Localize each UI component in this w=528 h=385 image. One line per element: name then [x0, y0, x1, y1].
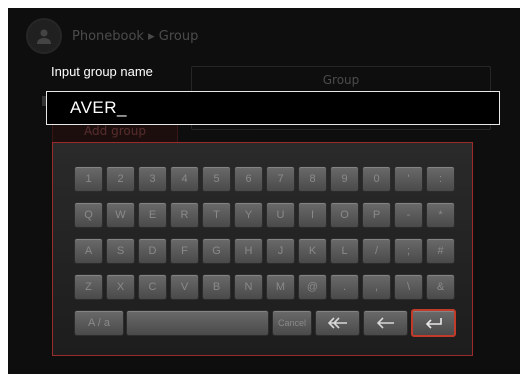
key-1-10[interactable]: 0	[362, 166, 391, 192]
key-3-9[interactable]: L	[330, 238, 359, 264]
key-1-8[interactable]: 8	[298, 166, 327, 192]
group-panel-title: Group	[322, 73, 360, 87]
phonebook-icon	[26, 18, 62, 54]
key-1-1[interactable]: 1	[74, 166, 103, 192]
key-4-10[interactable]: ,	[362, 274, 391, 300]
key-1-7[interactable]: 7	[266, 166, 295, 192]
key-4-11[interactable]: \	[394, 274, 423, 300]
shift-key[interactable]: A / a	[74, 310, 124, 336]
enter-return-icon	[425, 317, 443, 329]
left-arrow-icon	[376, 317, 395, 329]
input-value: AVER_	[70, 98, 127, 117]
space-key[interactable]	[126, 310, 269, 336]
key-2-7[interactable]: U	[266, 202, 295, 228]
key-3-7[interactable]: J	[266, 238, 295, 264]
cancel-key[interactable]: Cancel	[272, 310, 312, 336]
key-3-11[interactable]: ;	[394, 238, 423, 264]
key-3-6[interactable]: H	[234, 238, 263, 264]
key-4-5[interactable]: B	[202, 274, 231, 300]
key-2-10[interactable]: P	[362, 202, 391, 228]
key-3-5[interactable]: G	[202, 238, 231, 264]
input-label: Input group name	[51, 64, 153, 79]
key-1-5[interactable]: 5	[202, 166, 231, 192]
key-1-11[interactable]: '	[394, 166, 423, 192]
key-1-12[interactable]: :	[426, 166, 455, 192]
key-1-2[interactable]: 2	[106, 166, 135, 192]
key-4-3[interactable]: C	[138, 274, 167, 300]
double-left-arrow-icon	[327, 317, 348, 329]
key-2-12[interactable]: *	[426, 202, 455, 228]
key-1-6[interactable]: 6	[234, 166, 263, 192]
key-2-9[interactable]: O	[330, 202, 359, 228]
key-2-8[interactable]: I	[298, 202, 327, 228]
key-1-3[interactable]: 3	[138, 166, 167, 192]
key-1-9[interactable]: 9	[330, 166, 359, 192]
key-4-2[interactable]: X	[106, 274, 135, 300]
key-3-4[interactable]: F	[170, 238, 199, 264]
key-3-12[interactable]: #	[426, 238, 455, 264]
key-3-10[interactable]: /	[362, 238, 391, 264]
key-4-6[interactable]: N	[234, 274, 263, 300]
backspace-key[interactable]	[363, 310, 408, 336]
on-screen-keyboard: A / a Cancel 1 2 3 4 5 6 7 8 9 0 ': Q W E R T Y U I O P - * A S D…	[52, 142, 473, 356]
clear-key[interactable]	[315, 310, 360, 336]
device-screen: Phonebook ▸ Group Group Add group Input …	[8, 8, 520, 374]
key-2-1[interactable]: Q	[74, 202, 103, 228]
key-2-4[interactable]: R	[170, 202, 199, 228]
header: Phonebook ▸ Group	[26, 16, 198, 56]
key-4-7[interactable]: M	[266, 274, 295, 300]
enter-key[interactable]	[411, 309, 456, 337]
key-4-8[interactable]: @	[298, 274, 327, 300]
key-3-2[interactable]: S	[106, 238, 135, 264]
group-name-input[interactable]: AVER_	[46, 91, 500, 125]
key-3-3[interactable]: D	[138, 238, 167, 264]
key-4-9[interactable]: .	[330, 274, 359, 300]
key-2-6[interactable]: Y	[234, 202, 263, 228]
key-1-4[interactable]: 4	[170, 166, 199, 192]
key-2-11[interactable]: -	[394, 202, 423, 228]
breadcrumb: Phonebook ▸ Group	[72, 28, 199, 44]
key-2-2[interactable]: W	[106, 202, 135, 228]
key-4-4[interactable]: V	[170, 274, 199, 300]
key-4-12[interactable]: &	[426, 274, 455, 300]
key-3-8[interactable]: K	[298, 238, 327, 264]
key-2-3[interactable]: E	[138, 202, 167, 228]
key-4-1[interactable]: Z	[74, 274, 103, 300]
key-3-1[interactable]: A	[74, 238, 103, 264]
key-2-5[interactable]: T	[202, 202, 231, 228]
